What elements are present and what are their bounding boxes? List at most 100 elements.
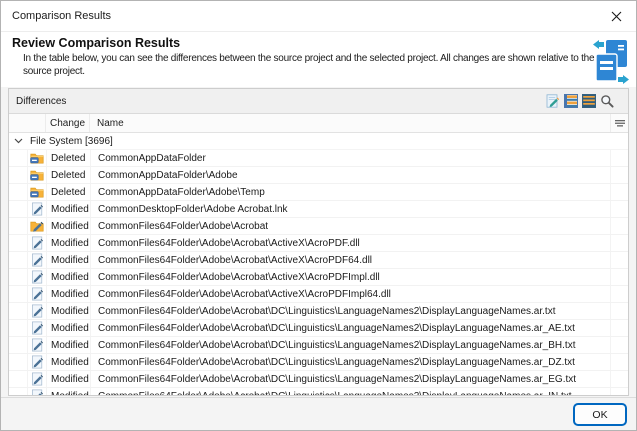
title-bar[interactable]: Comparison Results [1, 1, 636, 32]
diff-row[interactable]: Modified CommonFiles64Folder\Adobe\Acrob… [9, 354, 628, 371]
row-icon-cell [28, 354, 47, 370]
close-button[interactable] [604, 5, 628, 27]
row-indent [9, 150, 28, 166]
diff-row[interactable]: Modified CommonFiles64Folder\Adobe\Acrob… [9, 269, 628, 286]
change-cell-text: Modified [51, 221, 89, 232]
differences-header-bar: Differences [9, 89, 628, 114]
name-cell-text: CommonFiles64Folder\Adobe\Acrobat\Active… [98, 238, 360, 249]
row-icon-cell [28, 201, 47, 217]
change-cell: Modified [47, 286, 91, 302]
row-indent [9, 286, 28, 302]
row-indent [9, 218, 28, 234]
name-cell: CommonAppDataFolder\Adobe\Temp [91, 184, 611, 200]
diff-row[interactable]: Modified CommonFiles64Folder\Adobe\Acrob… [9, 371, 628, 388]
change-cell: Modified [47, 388, 91, 395]
column-sort-icon[interactable] [614, 119, 626, 128]
dialog-body: Differences Change Name File System [ [1, 87, 636, 397]
edit-report-icon[interactable] [546, 94, 560, 108]
name-cell-text: CommonFiles64Folder\Adobe\Acrobat\Active… [98, 289, 391, 300]
change-cell: Modified [47, 201, 91, 217]
diff-row[interactable]: Modified CommonFiles64Folder\Adobe\Acrob… [9, 252, 628, 269]
row-indent [9, 320, 28, 336]
name-cell: CommonFiles64Folder\Adobe\Acrobat\DC\Lin… [91, 337, 611, 353]
grouped-view-icon[interactable] [564, 94, 578, 108]
row-gutter [611, 235, 628, 251]
differences-title: Differences [16, 96, 66, 107]
comparison-results-dialog: Comparison Results Review Comparison Res… [0, 0, 637, 431]
row-icon-cell [28, 286, 47, 302]
row-gutter [611, 354, 628, 370]
diff-row[interactable]: Deleted CommonAppDataFolder [9, 150, 628, 167]
name-cell-text: CommonAppDataFolder [98, 153, 206, 164]
row-indent [9, 235, 28, 251]
ok-button[interactable]: OK [573, 403, 627, 426]
name-cell-text: CommonFiles64Folder\Adobe\Acrobat [98, 221, 268, 232]
name-cell: CommonFiles64Folder\Adobe\Acrobat\DC\Lin… [91, 371, 611, 387]
row-indent [9, 167, 28, 183]
name-cell-text: CommonFiles64Folder\Adobe\Acrobat\DC\Lin… [98, 374, 576, 385]
name-cell-text: CommonFiles64Folder\Adobe\Acrobat\DC\Lin… [98, 391, 572, 396]
name-cell: CommonFiles64Folder\Adobe\Acrobat\DC\Lin… [91, 303, 611, 319]
change-cell-text: Deleted [51, 170, 85, 181]
diff-row[interactable]: Modified CommonFiles64Folder\Adobe\Acrob… [9, 218, 628, 235]
change-cell-text: Modified [51, 272, 89, 283]
change-cell: Modified [47, 235, 91, 251]
change-cell: Deleted [47, 150, 91, 166]
group-row-file-system[interactable]: File System [3696] [9, 133, 628, 150]
diff-row[interactable]: Deleted CommonAppDataFolder\Adobe [9, 167, 628, 184]
row-gutter [611, 252, 628, 268]
change-cell-text: Modified [51, 323, 89, 334]
change-cell: Modified [47, 354, 91, 370]
file-modified-icon [30, 389, 44, 395]
differences-panel: Differences Change Name File System [ [8, 88, 629, 396]
diff-row[interactable]: Deleted CommonAppDataFolder\Adobe\Temp [9, 184, 628, 201]
diff-row[interactable]: Modified CommonFiles64Folder\Adobe\Acrob… [9, 235, 628, 252]
row-icon-cell [28, 184, 47, 200]
diff-row[interactable]: Modified CommonFiles64Folder\Adobe\Acrob… [9, 388, 628, 395]
row-indent [9, 252, 28, 268]
diff-row[interactable]: Modified CommonFiles64Folder\Adobe\Acrob… [9, 286, 628, 303]
change-cell: Deleted [47, 167, 91, 183]
row-gutter [611, 150, 628, 166]
row-indent [9, 354, 28, 370]
column-header-name-label: Name [97, 118, 124, 129]
file-modified-icon [30, 253, 44, 267]
change-cell: Modified [47, 218, 91, 234]
change-cell-text: Modified [51, 357, 89, 368]
column-header-name[interactable]: Name [90, 114, 611, 132]
name-cell: CommonFiles64Folder\Adobe\Acrobat\Active… [91, 235, 611, 251]
row-gutter [611, 184, 628, 200]
name-cell-text: CommonFiles64Folder\Adobe\Acrobat\DC\Lin… [98, 357, 575, 368]
diff-row[interactable]: Modified CommonDesktopFolder\Adobe Acrob… [9, 201, 628, 218]
search-icon[interactable] [600, 94, 614, 108]
file-modified-icon [30, 270, 44, 284]
diff-row[interactable]: Modified CommonFiles64Folder\Adobe\Acrob… [9, 303, 628, 320]
row-indent [9, 201, 28, 217]
change-cell-text: Modified [51, 340, 89, 351]
name-cell-text: CommonFiles64Folder\Adobe\Acrobat\DC\Lin… [98, 340, 575, 351]
column-header-row: Change Name [9, 114, 628, 133]
dialog-footer: OK [1, 397, 636, 430]
folder-deleted-icon [30, 185, 44, 199]
differences-toolbar [546, 94, 614, 108]
change-cell: Modified [47, 252, 91, 268]
chevron-down-icon[interactable] [14, 138, 24, 144]
column-header-change[interactable]: Change [46, 114, 90, 132]
folder-modified-icon [30, 219, 44, 233]
row-gutter [611, 201, 628, 217]
detail-view-icon[interactable] [582, 94, 596, 108]
change-cell-text: Modified [51, 255, 89, 266]
row-gutter [611, 337, 628, 353]
diff-row[interactable]: Modified CommonFiles64Folder\Adobe\Acrob… [9, 320, 628, 337]
row-icon-cell [28, 388, 47, 395]
row-indent [9, 388, 28, 395]
name-cell: CommonFiles64Folder\Adobe\Acrobat\DC\Lin… [91, 354, 611, 370]
row-icon-cell [28, 252, 47, 268]
change-cell: Modified [47, 269, 91, 285]
diff-row[interactable]: Modified CommonFiles64Folder\Adobe\Acrob… [9, 337, 628, 354]
row-icon-cell [28, 337, 47, 353]
folder-deleted-icon [30, 168, 44, 182]
file-modified-icon [30, 372, 44, 386]
group-label: File System [3696] [30, 136, 113, 147]
file-modified-icon [30, 338, 44, 352]
